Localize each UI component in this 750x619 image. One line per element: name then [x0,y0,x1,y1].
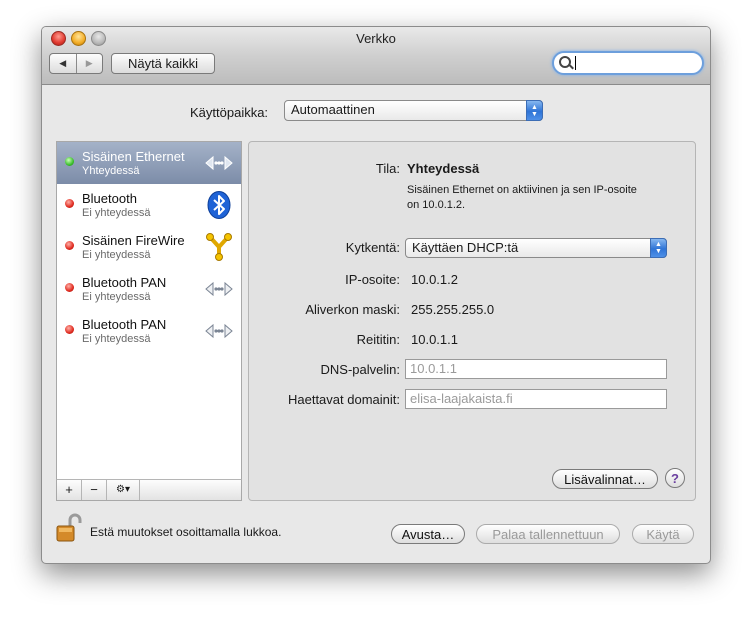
service-item-internal-firewire[interactable]: Sisäinen FireWire Ei yhteydessä [57,226,241,268]
status-disconnected-icon [65,199,74,208]
ethernet-icon [205,155,233,171]
apply-button[interactable]: Käytä [632,524,694,544]
status-disconnected-icon [65,241,74,250]
subnet-label: Aliverkon maski: [305,302,400,317]
firewire-icon [206,233,232,261]
back-button[interactable]: ◀ [50,54,76,73]
back-forward-control: ◀ ▶ [49,53,103,74]
status-connected-icon [65,157,74,166]
ip-value: 10.0.1.2 [411,272,458,287]
lock-icon[interactable] [56,513,82,543]
configure-popup[interactable]: Käyttäen DHCP:tä ▲ ▼ [405,238,667,258]
revert-button[interactable]: Palaa tallennettuun [476,524,620,544]
service-item-bluetooth-pan-2[interactable]: Bluetooth PAN Ei yhteydessä [57,310,241,352]
action-menu-button[interactable]: ⚙▾ [107,480,140,500]
help-button[interactable]: ? [665,468,685,488]
service-list: Sisäinen Ethernet Yhteydessä Bluetooth E… [56,141,242,501]
configure-label: Kytkentä: [345,240,400,255]
window-title: Verkko [356,31,396,46]
service-status: Ei yhteydessä [82,207,151,219]
details-panel: Tila: Yhteydessä Sisäinen Ethernet on ak… [248,141,696,501]
title-bar: Verkko ◀ ▶ Näytä kaikki [42,27,710,85]
service-status: Yhteydessä [82,165,140,177]
service-name: Sisäinen FireWire [82,233,185,248]
text-cursor [575,56,576,70]
search-field[interactable] [552,51,704,75]
subnet-value: 255.255.255.0 [411,302,495,317]
service-list-toolbar: + − ⚙▾ [56,479,242,501]
location-label: Käyttöpaikka: [190,105,269,120]
service-name: Sisäinen Ethernet [82,149,185,164]
ethernet-icon [205,281,233,297]
forward-button[interactable]: ▶ [75,54,103,73]
bluetooth-icon [207,191,231,219]
remove-service-button[interactable]: − [82,480,107,500]
status-disconnected-icon [65,325,74,334]
show-all-button[interactable]: Näytä kaikki [111,53,215,74]
ip-label: IP-osoite: [345,272,400,287]
location-popup[interactable]: Automaattinen ▲ ▼ [284,100,543,121]
configure-value: Käyttäen DHCP:tä [412,240,519,255]
popup-arrows-icon: ▲ ▼ [526,100,543,121]
service-status: Ei yhteydessä [82,291,151,303]
router-label: Reititin: [356,332,400,347]
lock-description: Estä muutokset osoittamalla lukkoa. [90,525,282,539]
router-value: 10.0.1.1 [411,332,458,347]
service-item-internal-ethernet[interactable]: Sisäinen Ethernet Yhteydessä [57,142,241,184]
service-name: Bluetooth [82,191,137,206]
service-status: Ei yhteydessä [82,249,151,261]
service-name: Bluetooth PAN [82,317,167,332]
ethernet-icon [205,323,233,339]
network-preferences-window: Verkko ◀ ▶ Näytä kaikki Käyttöpaikka: Au… [41,26,711,564]
dns-label: DNS-palvelin: [320,362,400,377]
status-description: Sisäinen Ethernet on aktiivinen ja sen I… [407,184,637,211]
add-service-button[interactable]: + [57,480,82,500]
search-domains-field[interactable]: elisa-laajakaista.fi [405,389,667,409]
status-label: Tila: [375,161,400,176]
popup-arrows-icon: ▲ ▼ [650,238,667,258]
dns-field[interactable]: 10.0.1.1 [405,359,667,379]
status-value: Yhteydessä [407,161,480,176]
service-item-bluetooth-pan[interactable]: Bluetooth PAN Ei yhteydessä [57,268,241,310]
advanced-button[interactable]: Lisävalinnat… [552,469,658,489]
status-disconnected-icon [65,283,74,292]
service-item-bluetooth[interactable]: Bluetooth Ei yhteydessä [57,184,241,226]
assist-button[interactable]: Avusta… [391,524,465,544]
service-name: Bluetooth PAN [82,275,167,290]
location-value: Automaattinen [291,102,375,117]
search-icon [559,56,571,68]
search-domains-label: Haettavat domainit: [287,392,400,407]
service-status: Ei yhteydessä [82,333,151,345]
